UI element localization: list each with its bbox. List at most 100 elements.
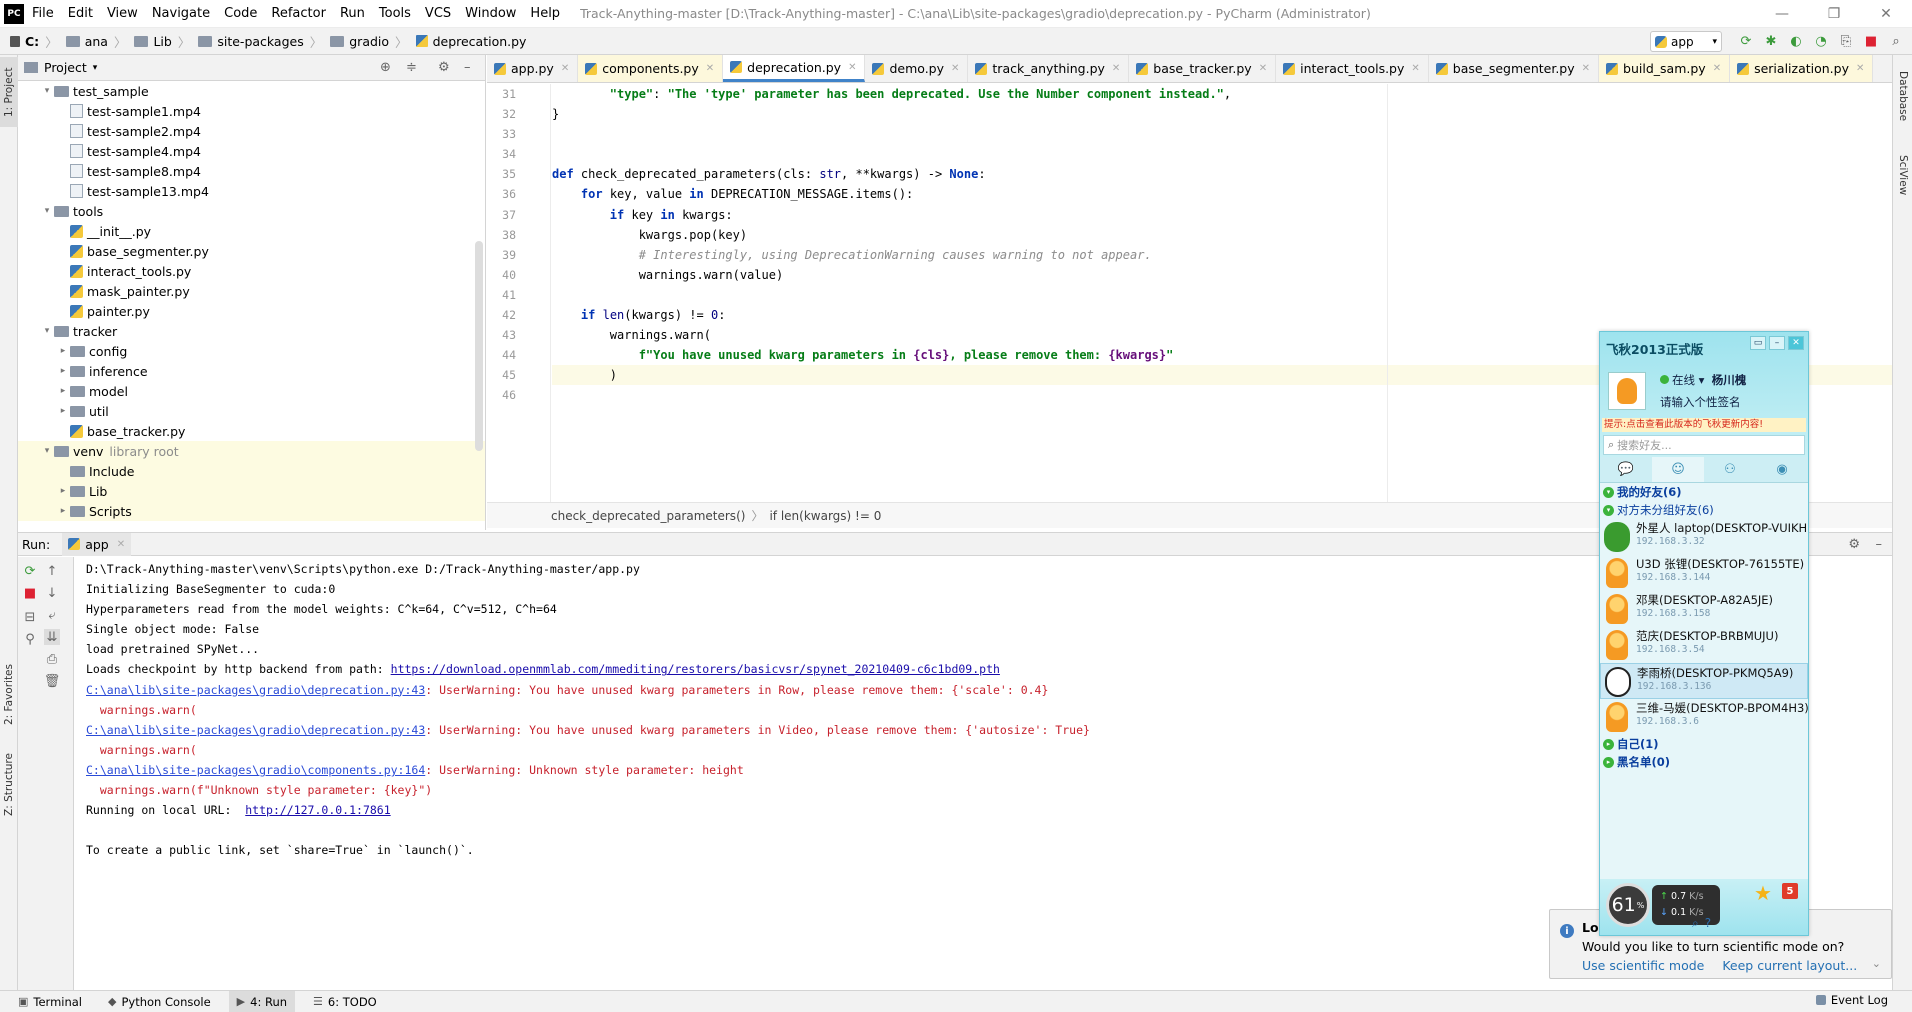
close-icon[interactable]: ✕ xyxy=(1713,63,1721,74)
close-icon[interactable]: ✕ xyxy=(951,63,959,74)
close-icon[interactable]: ✕ xyxy=(1788,336,1804,350)
structure-tool-tab[interactable]: Z: Structure xyxy=(0,745,18,825)
hide-icon[interactable]: – xyxy=(1876,537,1883,552)
update-tip[interactable]: 提示:点击查看此版本的飞秋更新内容! xyxy=(1602,418,1806,432)
close-icon[interactable]: ✕ xyxy=(1112,63,1120,74)
tree-folder[interactable]: ▾ test_sample xyxy=(18,81,485,101)
console-link[interactable]: http://127.0.0.1:7861 xyxy=(245,803,390,817)
tree-file[interactable]: base_tracker.py xyxy=(18,421,485,441)
menu-window[interactable]: Window xyxy=(465,6,516,21)
soft-wrap-icon[interactable]: ⤶ xyxy=(44,607,60,623)
menu-code[interactable]: Code xyxy=(224,6,257,21)
tab-apps-icon[interactable]: ◉ xyxy=(1756,457,1808,482)
friend-item[interactable]: 外星人 laptop(DESKTOP-VUIKH 192.168.3.32 xyxy=(1600,519,1808,555)
close-icon[interactable]: ✕ xyxy=(1860,0,1912,28)
stop-icon[interactable]: ■ xyxy=(1863,33,1879,49)
tree-folder[interactable]: ▾ tools xyxy=(18,201,485,221)
chevron-down-icon[interactable]: ▾ xyxy=(40,326,54,336)
chevron-right-icon[interactable]: ▸ xyxy=(56,406,70,416)
chevron-right-icon[interactable]: ▸ xyxy=(56,346,70,356)
tree-folder[interactable]: Include xyxy=(18,461,485,481)
breadcrumb-condition[interactable]: if len(kwargs) != 0 xyxy=(769,509,881,523)
tree-file[interactable]: interact_tools.py xyxy=(18,261,485,281)
bottom-tab[interactable]: ◆ Python Console xyxy=(100,991,219,1012)
use-scientific-mode-link[interactable]: Use scientific mode xyxy=(1582,958,1704,973)
minimize-icon[interactable]: – xyxy=(1769,336,1785,350)
favorites-tool-tab[interactable]: 2: Favorites xyxy=(0,655,18,735)
console-link[interactable]: https://download.openmmlab.com/mmediting… xyxy=(391,662,1000,676)
menu-help[interactable]: Help xyxy=(530,6,560,21)
tree-folder[interactable]: ▸ Scripts xyxy=(18,501,485,521)
editor-tab[interactable]: components.py ✕ xyxy=(578,55,724,82)
breadcrumb-item[interactable]: Lib 〉 xyxy=(130,32,190,51)
pin-icon[interactable]: ⚲ xyxy=(22,631,38,647)
tree-folder[interactable]: ▸ config xyxy=(18,341,485,361)
skin-icon[interactable]: ▭ xyxy=(1750,336,1766,350)
tree-file[interactable]: base_segmenter.py xyxy=(18,241,485,261)
tree-folder[interactable]: ▸ inference xyxy=(18,361,485,381)
friend-item[interactable]: U3D 张锂(DESKTOP-76155TE) 192.168.3.144 xyxy=(1600,555,1808,591)
console-link[interactable]: C:\ana\lib\site-packages\gradio\componen… xyxy=(86,763,425,777)
bottom-tab[interactable]: ▶ 4: Run xyxy=(228,991,296,1012)
console-link[interactable]: C:\ana\lib\site-packages\gradio\deprecat… xyxy=(86,683,425,697)
hide-icon[interactable]: – xyxy=(464,60,471,75)
friend-item[interactable]: 范庆(DESKTOP-BRBMUJU) 192.168.3.54 xyxy=(1600,627,1808,663)
scroll-to-end-icon[interactable]: ⇊ xyxy=(44,629,60,645)
avatar[interactable] xyxy=(1608,372,1646,410)
gear-icon[interactable]: ⚙ xyxy=(438,60,450,75)
chevron-right-icon[interactable]: ▸ xyxy=(56,366,70,376)
rerun-icon[interactable]: ⟳ xyxy=(22,563,38,579)
close-icon[interactable]: ✕ xyxy=(117,539,125,550)
gear-icon[interactable]: ⚙ xyxy=(1848,537,1860,552)
trash-icon[interactable]: 🗑 xyxy=(44,673,61,689)
minimize-icon[interactable]: — xyxy=(1756,0,1808,28)
editor-tab[interactable]: deprecation.py ✕ xyxy=(723,55,866,82)
breadcrumb-item[interactable]: deprecation.py xyxy=(412,34,526,49)
run-tab-app[interactable]: app ✕ xyxy=(62,532,132,556)
chevron-down-icon[interactable]: ▾ xyxy=(93,63,98,73)
group-blacklist[interactable]: ▸ 黑名单(0) xyxy=(1600,753,1808,771)
tree-file[interactable]: test-sample13.mp4 xyxy=(18,181,485,201)
attach-icon[interactable]: ⎘ xyxy=(1838,33,1854,49)
close-icon[interactable]: ✕ xyxy=(561,63,569,74)
breadcrumb-item[interactable]: site-packages 〉 xyxy=(194,32,322,51)
print-icon[interactable]: ⎙ xyxy=(44,651,60,667)
signature-input[interactable]: 请输入个性签名 xyxy=(1660,394,1741,410)
menu-navigate[interactable]: Navigate xyxy=(152,6,210,21)
sciview-tool-tab[interactable]: SciView xyxy=(1893,145,1912,205)
friend-item[interactable]: 邓果(DESKTOP-A82A5JE) 192.168.3.158 xyxy=(1600,591,1808,627)
tree-file[interactable]: painter.py xyxy=(18,301,485,321)
tree-file[interactable]: test-sample1.mp4 xyxy=(18,101,485,121)
console-link[interactable]: C:\ana\lib\site-packages\gradio\deprecat… xyxy=(86,723,425,737)
friend-item[interactable]: 三维-马媛(DESKTOP-BPOM4H3) 192.168.3.6 xyxy=(1600,699,1808,735)
editor-tab[interactable]: serialization.py ✕ xyxy=(1730,55,1874,82)
restore-icon[interactable]: ❐ xyxy=(1808,0,1860,28)
run-configuration-select[interactable]: app ▾ xyxy=(1650,31,1722,52)
close-icon[interactable]: ✕ xyxy=(848,62,856,73)
friend-item[interactable]: 李雨桥(DESKTOP-PKMQ5A9) 192.168.3.136 xyxy=(1600,663,1808,699)
close-icon[interactable]: ✕ xyxy=(706,63,714,74)
stop-icon[interactable]: ■ xyxy=(22,585,38,601)
chevron-down-icon[interactable]: ▾ xyxy=(40,86,54,96)
group-my-friends[interactable]: ▾ 我的好友(6) xyxy=(1600,483,1808,501)
project-tool-tab[interactable]: 1: Project xyxy=(0,57,18,127)
scrollbar[interactable] xyxy=(475,241,483,451)
breadcrumb-function[interactable]: check_deprecated_parameters() xyxy=(551,509,745,523)
tree-file[interactable]: test-sample8.mp4 xyxy=(18,161,485,181)
tree-folder[interactable]: ▾ tracker xyxy=(18,321,485,341)
chevron-down-icon[interactable]: ▾ xyxy=(40,206,54,216)
tree-folder[interactable]: ▾ venv library root xyxy=(18,441,485,461)
tree-file[interactable]: test-sample2.mp4 xyxy=(18,121,485,141)
menu-view[interactable]: View xyxy=(107,6,138,21)
restore-layout-icon[interactable]: ⊟ xyxy=(22,609,38,625)
chevron-down-icon[interactable]: ⌄ xyxy=(1872,957,1881,970)
breadcrumb-item[interactable]: C: 〉 xyxy=(6,32,58,51)
chevron-down-icon[interactable]: ▾ xyxy=(40,446,54,456)
star-icon[interactable]: ★ xyxy=(1754,881,1772,905)
breadcrumb-item[interactable]: gradio 〉 xyxy=(326,32,408,51)
tree-folder[interactable]: ▸ Lib xyxy=(18,481,485,501)
profile-icon[interactable]: ◔ xyxy=(1813,33,1829,49)
close-icon[interactable]: ✕ xyxy=(1259,63,1267,74)
tab-groups-icon[interactable]: ⚇ xyxy=(1704,457,1756,482)
friend-search-input[interactable]: ⌕ 搜索好友... xyxy=(1603,435,1805,455)
